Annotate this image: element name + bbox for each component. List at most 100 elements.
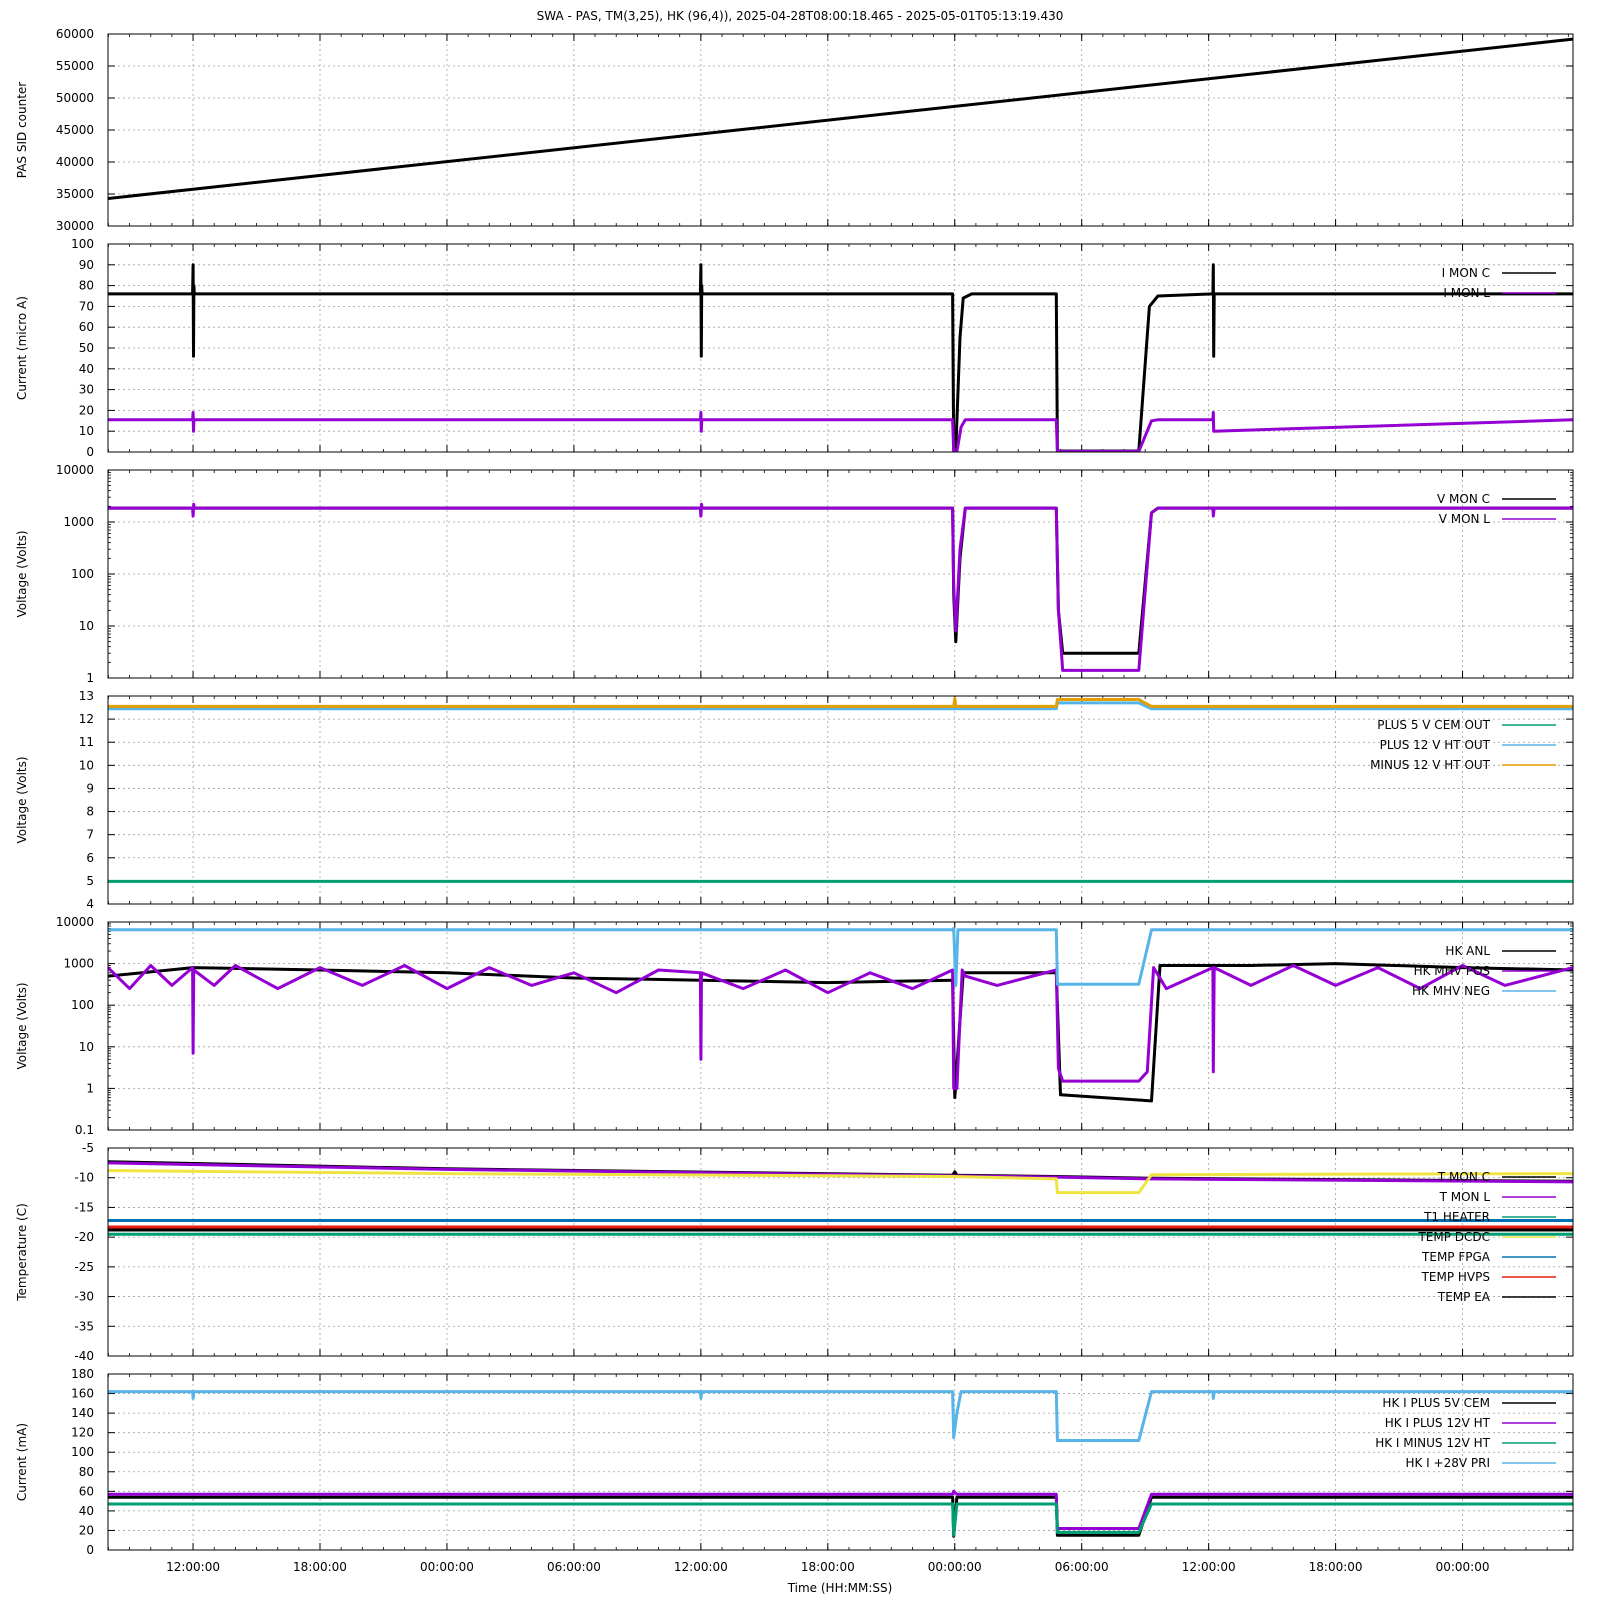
chart-canvas: SWA - PAS, TM(3,25), HK (96,4)), 2025-04…: [15, 9, 1574, 1595]
legend-label: TEMP FPGA: [1421, 1250, 1491, 1264]
series-line: [108, 502, 1573, 672]
y-tick-label: 30000: [56, 219, 94, 233]
y-tick-label: -20: [74, 1230, 94, 1244]
y-tick-label: 140: [71, 1406, 94, 1420]
series-line: [108, 411, 1573, 452]
legend-label: HK I PLUS 12V HT: [1385, 1416, 1491, 1430]
legend-label: TEMP DCDC: [1417, 1230, 1490, 1244]
legend-label: PLUS 12 V HT OUT: [1380, 738, 1491, 752]
legend-label: HK MHV POS: [1414, 964, 1490, 978]
y-tick-label: 13: [79, 689, 94, 703]
y-tick-label: 90: [79, 258, 94, 272]
series-line: [108, 962, 1573, 1103]
y-tick-label: 1000: [63, 957, 94, 971]
y-tick-label: 60: [79, 320, 94, 334]
panel-1: 30000 35000 40000 45000 50000 55000 60000 PAS S…: [15, 27, 1574, 233]
y-tick-label: 100: [71, 237, 94, 251]
legend-label: PLUS 5 V CEM OUT: [1377, 718, 1490, 732]
y-tick-label: -5: [82, 1141, 94, 1155]
series-line: [108, 263, 1573, 452]
y-tick-label: 40000: [56, 155, 94, 169]
y-tick-label: 4: [86, 897, 94, 911]
y-axis-label: Voltage (Volts): [15, 530, 29, 617]
series-line: [108, 37, 1573, 200]
x-tick-label: 18:00:00: [293, 1560, 347, 1574]
series-line: [108, 964, 1573, 1090]
y-tick-label: 10000: [56, 915, 94, 929]
legend-label: T MON C: [1437, 1170, 1490, 1184]
y-tick-label: 40: [79, 362, 94, 376]
panel-2: 0 10 20 30 40 50 60 70 80 90 100 Current (micro A) I…: [15, 237, 1574, 459]
y-tick-label: -40: [74, 1349, 94, 1363]
y-tick-label: 40: [79, 1504, 94, 1518]
legend-label: MINUS 12 V HT OUT: [1370, 758, 1491, 772]
plot-frame: [107, 695, 1574, 905]
plot-frame: [107, 1373, 1574, 1551]
y-tick-label: -30: [74, 1290, 94, 1304]
y-tick-label: 120: [71, 1426, 94, 1440]
x-tick-label: 00:00:00: [1436, 1560, 1490, 1574]
y-tick-label: 1: [86, 671, 94, 685]
legend-label: V MON L: [1439, 512, 1491, 526]
series-line: [108, 506, 1573, 655]
y-tick-label: 1: [86, 1081, 94, 1095]
y-tick-label: 9: [86, 781, 94, 795]
x-axis-label: Time (HH:MM:SS): [787, 1581, 893, 1595]
y-tick-label: 6: [86, 851, 94, 865]
y-tick-label: 1000: [63, 515, 94, 529]
y-axis-label: Voltage (Volts): [15, 982, 29, 1069]
legend-label: T1 HEATER: [1423, 1210, 1490, 1224]
panel-3: 1 10 100 1000 10000 Voltage (Volts) V MON C V M…: [15, 463, 1574, 685]
y-tick-label: 100: [71, 567, 94, 581]
y-tick-label: 5: [86, 874, 94, 888]
legend-label: HK I MINUS 12V HT: [1375, 1436, 1490, 1450]
legend-label: I MON C: [1442, 266, 1490, 280]
y-tick-label: 100: [71, 998, 94, 1012]
y-tick-label: 60: [79, 1484, 94, 1498]
y-tick-label: 20: [79, 1523, 94, 1537]
legend-label: T MON L: [1439, 1190, 1491, 1204]
y-tick-label: 0: [86, 1543, 94, 1557]
y-tick-label: 70: [79, 299, 94, 313]
y-tick-label: 10000: [56, 463, 94, 477]
x-tick-label: 12:00:00: [1182, 1560, 1236, 1574]
legend-label: HK I +28V PRI: [1405, 1456, 1490, 1470]
y-tick-label: 10: [79, 1040, 94, 1054]
y-tick-label: -10: [74, 1171, 94, 1185]
y-tick-label: 12: [79, 712, 94, 726]
y-tick-label: 20: [79, 403, 94, 417]
series-line: [108, 696, 1573, 708]
y-tick-label: 50000: [56, 91, 94, 105]
panel-5: 0.1 1 10 100 1000 10000 Voltage (Volts) HK ANL H…: [15, 915, 1574, 1137]
y-tick-label: 80: [79, 1465, 94, 1479]
legend-label: V MON C: [1437, 492, 1490, 506]
legend-label: TEMP HVPS: [1421, 1270, 1490, 1284]
x-tick-label: 12:00:00: [166, 1560, 220, 1574]
legend-label: I MON L: [1443, 286, 1490, 300]
y-axis-label: PAS SID counter: [15, 82, 29, 179]
series-line: [108, 1390, 1573, 1442]
y-tick-label: 160: [71, 1387, 94, 1401]
y-axis-label: Voltage (Volts): [15, 756, 29, 843]
chart-title: SWA - PAS, TM(3,25), HK (96,4)), 2025-04…: [537, 9, 1064, 23]
x-tick-label: 18:00:00: [801, 1560, 855, 1574]
y-tick-label: 7: [86, 828, 94, 842]
y-axis-label: Current (mA): [15, 1423, 29, 1501]
y-tick-label: -15: [74, 1200, 94, 1214]
legend-label: HK ANL: [1445, 944, 1490, 958]
y-tick-label: 80: [79, 279, 94, 293]
y-tick-label: -25: [74, 1260, 94, 1274]
panel-4: 4 5 6 7 8 9 10 11 12 13 Voltage (Volts) PLUS 5 V CE…: [15, 689, 1574, 911]
y-tick-label: 30: [79, 383, 94, 397]
y-tick-label: 100: [71, 1445, 94, 1459]
x-tick-label: 06:00:00: [547, 1560, 601, 1574]
y-tick-label: 10: [79, 758, 94, 772]
legend-label: HK I PLUS 5V CEM: [1382, 1396, 1490, 1410]
y-tick-label: -35: [74, 1319, 94, 1333]
legend-label: HK MHV NEG: [1412, 984, 1490, 998]
y-tick-label: 11: [79, 735, 94, 749]
y-tick-label: 10: [79, 619, 94, 633]
y-tick-label: 50: [79, 341, 94, 355]
y-axis-label: Temperature (C): [15, 1203, 29, 1302]
panel-6: -40 -35 -30 -25 -20 -15 -10 -5 Temperature (C) T …: [15, 1141, 1574, 1363]
